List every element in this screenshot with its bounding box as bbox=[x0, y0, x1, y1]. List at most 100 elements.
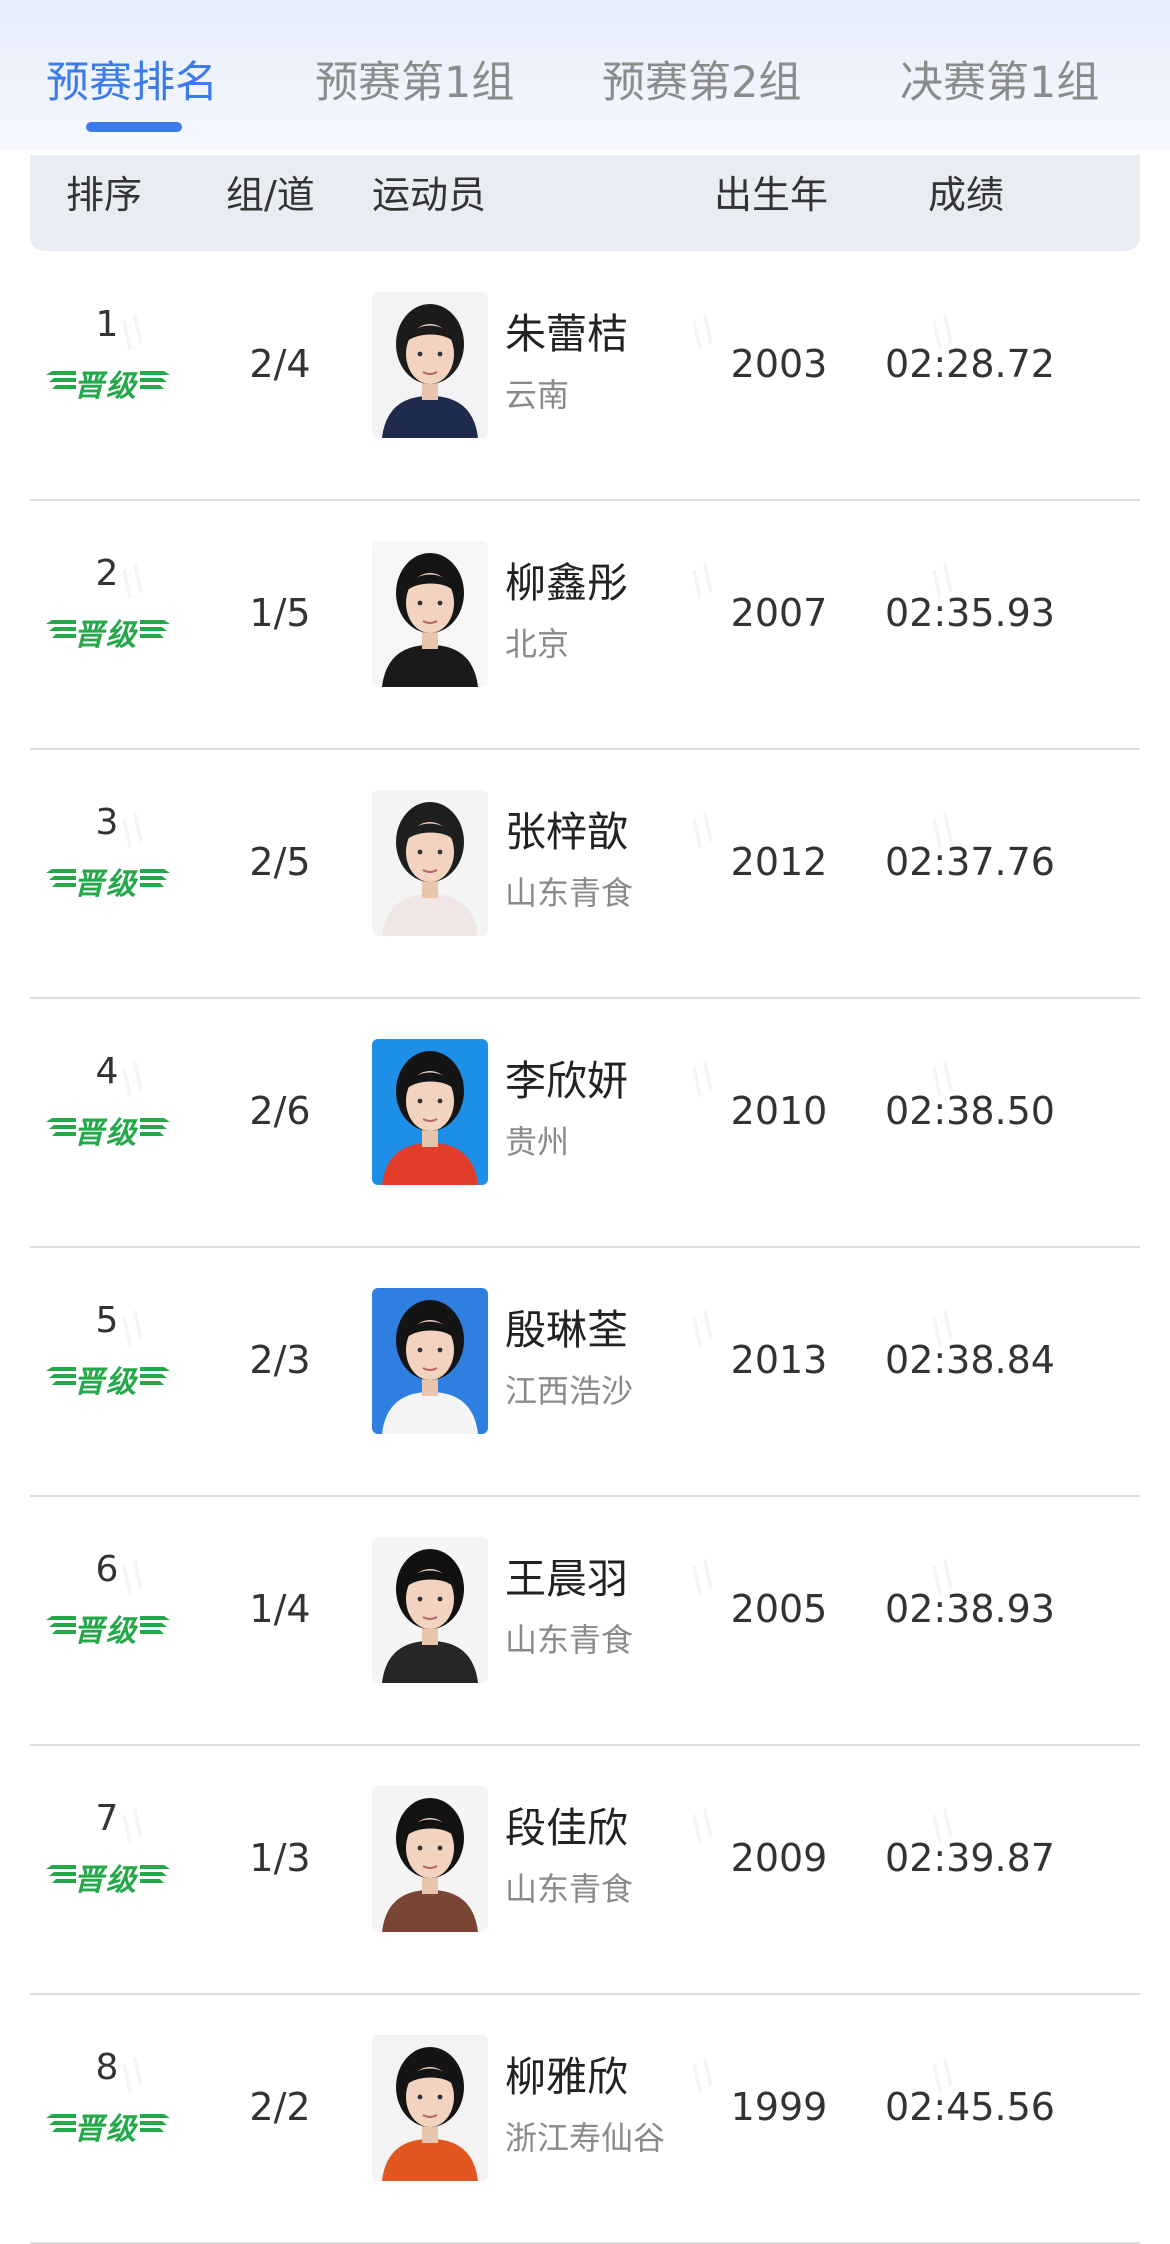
active-tab-indicator bbox=[86, 122, 182, 132]
watermark: // bbox=[682, 557, 724, 604]
athlete-photo bbox=[372, 1537, 488, 1683]
table-row[interactable]: // // // 1 晋级 2/4 bbox=[0, 252, 1170, 501]
qualified-badge: 晋级 bbox=[46, 359, 170, 404]
athlete-team: 北京 bbox=[505, 625, 570, 663]
wing-left-icon bbox=[46, 1616, 76, 1634]
table-row[interactable]: // // // 5 晋级 2/3 bbox=[0, 1248, 1170, 1497]
birth-year: 2003 bbox=[730, 342, 828, 386]
athlete-team: 山东青食 bbox=[505, 1621, 634, 1659]
qualified-label: 晋级 bbox=[74, 1365, 138, 1400]
rank-number: 5 bbox=[95, 1300, 119, 1341]
rank-number: 8 bbox=[95, 2047, 119, 2088]
wing-left-icon bbox=[46, 620, 76, 638]
result-time: 02:45.56 bbox=[885, 2085, 1055, 2129]
athlete-photo bbox=[372, 790, 488, 936]
result-time: 02:38.84 bbox=[885, 1338, 1055, 1382]
result-time: 02:39.87 bbox=[885, 1836, 1055, 1880]
tab-bar: 预赛排名 预赛第1组 预赛第2组 决赛第1组 bbox=[0, 0, 1170, 150]
athlete-team: 云南 bbox=[505, 376, 570, 414]
rank-number: 2 bbox=[95, 553, 119, 594]
athlete-name[interactable]: 李欣妍 bbox=[505, 1047, 628, 1107]
result-time: 02:35.93 bbox=[885, 591, 1055, 635]
athlete-photo bbox=[372, 2035, 488, 2181]
rank-number: 4 bbox=[95, 1051, 119, 1092]
wing-right-icon bbox=[140, 1616, 170, 1634]
table-row[interactable]: // // // 2 晋级 1/5 bbox=[0, 501, 1170, 750]
wing-right-icon bbox=[140, 371, 170, 389]
wing-right-icon bbox=[140, 1865, 170, 1883]
qualified-badge: 晋级 bbox=[46, 1604, 170, 1649]
rank-number: 3 bbox=[95, 802, 119, 843]
table-row[interactable]: // // // 3 晋级 2/5 bbox=[0, 750, 1170, 999]
watermark: // bbox=[682, 308, 724, 355]
group-lane: 2/5 bbox=[249, 840, 311, 884]
athlete-team: 贵州 bbox=[505, 1123, 570, 1161]
table-row[interactable]: // // // 6 晋级 1/4 bbox=[0, 1497, 1170, 1746]
tab-preliminary-ranking[interactable]: 预赛排名 bbox=[46, 48, 218, 110]
column-header-birth-year: 出生年 bbox=[714, 173, 829, 217]
result-time: 02:28.72 bbox=[885, 342, 1055, 386]
qualified-badge: 晋级 bbox=[46, 857, 170, 902]
qualified-badge: 晋级 bbox=[46, 2102, 170, 2147]
wing-left-icon bbox=[46, 869, 76, 887]
qualified-label: 晋级 bbox=[74, 1614, 138, 1649]
athlete-team: 浙江寿仙谷 bbox=[505, 2119, 666, 2157]
result-time: 02:37.76 bbox=[885, 840, 1055, 884]
qualified-label: 晋级 bbox=[74, 867, 138, 902]
watermark: // bbox=[682, 1802, 724, 1849]
qualified-badge: 晋级 bbox=[46, 1853, 170, 1898]
birth-year: 2005 bbox=[730, 1587, 828, 1631]
column-header-result: 成绩 bbox=[928, 173, 1005, 217]
qualified-badge: 晋级 bbox=[46, 1355, 170, 1400]
athlete-name[interactable]: 王晨羽 bbox=[505, 1545, 628, 1605]
column-header-lane: 组/道 bbox=[226, 173, 315, 217]
tab-preliminary-group-2[interactable]: 预赛第2组 bbox=[602, 48, 801, 110]
wing-right-icon bbox=[140, 1118, 170, 1136]
column-header-athlete: 运动员 bbox=[372, 173, 487, 217]
athlete-name[interactable]: 段佳欣 bbox=[505, 1794, 628, 1854]
wing-right-icon bbox=[140, 2114, 170, 2132]
athlete-team: 江西浩沙 bbox=[505, 1372, 634, 1410]
athlete-name[interactable]: 张梓歆 bbox=[505, 798, 628, 858]
qualified-label: 晋级 bbox=[74, 2112, 138, 2147]
table-row[interactable]: // // // 7 晋级 1/3 bbox=[0, 1746, 1170, 1995]
athlete-name[interactable]: 柳雅欣 bbox=[505, 2043, 628, 2103]
athlete-photo bbox=[372, 541, 488, 687]
birth-year: 2009 bbox=[730, 1836, 828, 1880]
birth-year: 1999 bbox=[730, 2085, 828, 2129]
wing-left-icon bbox=[46, 371, 76, 389]
athlete-team: 山东青食 bbox=[505, 874, 634, 912]
rank-number: 7 bbox=[95, 1798, 119, 1839]
athlete-photo bbox=[372, 1786, 488, 1932]
group-lane: 2/3 bbox=[249, 1338, 311, 1382]
qualified-label: 晋级 bbox=[74, 1863, 138, 1898]
athlete-photo bbox=[372, 292, 488, 438]
wing-right-icon bbox=[140, 869, 170, 887]
athlete-photo bbox=[372, 1288, 488, 1434]
table-row[interactable]: // // // 4 晋级 2/6 bbox=[0, 999, 1170, 1248]
tab-preliminary-group-1[interactable]: 预赛第1组 bbox=[315, 48, 514, 110]
table-row[interactable]: // // // 8 晋级 2/2 bbox=[0, 1995, 1170, 2244]
wing-right-icon bbox=[140, 1367, 170, 1385]
watermark: // bbox=[682, 2051, 724, 2098]
birth-year: 2010 bbox=[730, 1089, 828, 1133]
birth-year: 2013 bbox=[730, 1338, 828, 1382]
group-lane: 1/4 bbox=[249, 1587, 311, 1631]
wing-left-icon bbox=[46, 1367, 76, 1385]
wing-left-icon bbox=[46, 1118, 76, 1136]
athlete-name[interactable]: 柳鑫彤 bbox=[505, 549, 628, 609]
result-time: 02:38.50 bbox=[885, 1089, 1055, 1133]
birth-year: 2007 bbox=[730, 591, 828, 635]
watermark: // bbox=[682, 1553, 724, 1600]
group-lane: 2/2 bbox=[249, 2085, 311, 2129]
group-lane: 1/5 bbox=[249, 591, 311, 635]
athlete-name[interactable]: 朱蕾桔 bbox=[505, 300, 628, 360]
column-header-rank: 排序 bbox=[66, 173, 143, 217]
tab-final-group-1[interactable]: 决赛第1组 bbox=[900, 48, 1099, 110]
watermark: // bbox=[682, 1055, 724, 1102]
rank-number: 6 bbox=[95, 1549, 119, 1590]
athlete-name[interactable]: 殷琳荃 bbox=[505, 1296, 628, 1356]
qualified-badge: 晋级 bbox=[46, 1106, 170, 1151]
wing-left-icon bbox=[46, 1865, 76, 1883]
wing-left-icon bbox=[46, 2114, 76, 2132]
